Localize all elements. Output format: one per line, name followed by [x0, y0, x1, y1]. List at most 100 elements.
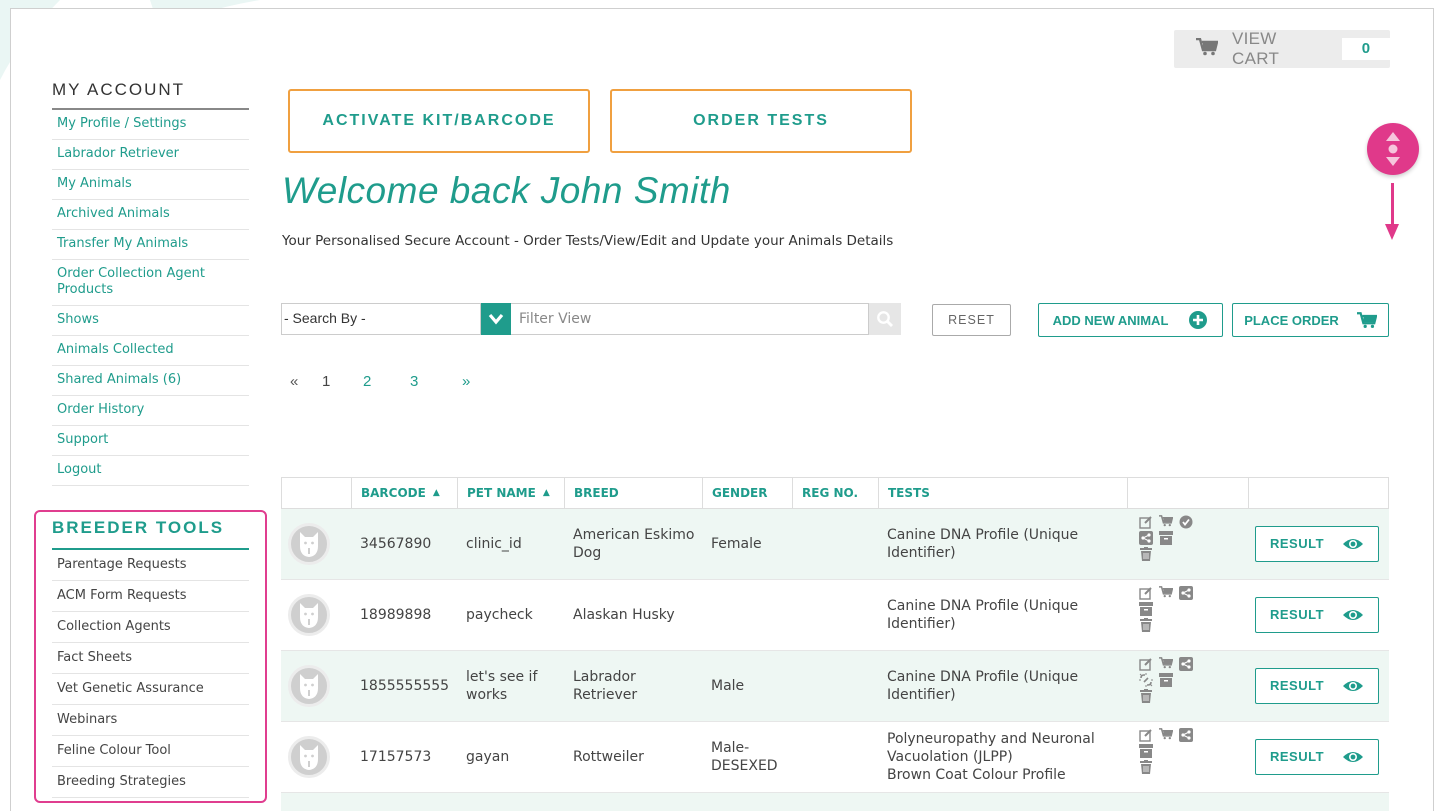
filter-view-input[interactable] — [511, 303, 869, 335]
dog-icon — [300, 532, 318, 557]
search-by-select[interactable]: - Search By - — [281, 303, 481, 335]
sidebar-item-transfer-animals[interactable]: Transfer My Animals — [52, 230, 249, 260]
unlink-icon[interactable] — [1136, 673, 1156, 689]
archive-icon[interactable] — [1136, 602, 1156, 618]
add-new-animal-label: ADD NEW ANIMAL — [1052, 312, 1169, 328]
column-header-actions — [1128, 478, 1249, 508]
sidebar-item-logout[interactable]: Logout — [52, 456, 249, 486]
archive-icon[interactable] — [1156, 531, 1176, 547]
breeder-item-parentage-requests[interactable]: Parentage Requests — [52, 550, 249, 581]
table-row — [281, 793, 1389, 811]
pet-avatar — [288, 523, 330, 565]
column-header-pet-name[interactable]: PET NAME ▲ — [458, 478, 565, 508]
column-header-breed: BREED — [565, 478, 703, 508]
sidebar-item-my-animals[interactable]: My Animals — [52, 170, 249, 200]
trash-icon[interactable] — [1136, 618, 1156, 634]
cell-tests: Canine DNA Profile (Unique Identifier) — [887, 527, 1079, 561]
column-header-result — [1249, 478, 1388, 508]
cell-barcode: 18989898 — [360, 607, 432, 623]
reset-button[interactable]: RESET — [932, 304, 1011, 336]
pagination-page-3[interactable]: 3 — [410, 373, 462, 390]
pet-avatar — [288, 736, 330, 778]
cell-breed: Rottweiler — [573, 749, 644, 765]
cell-reg-no — [792, 509, 878, 579]
sidebar-item-order-collection-agent-products[interactable]: Order Collection Agent Products — [52, 260, 249, 306]
cell-pet-name: let's see if works — [466, 669, 538, 703]
table-row: 17157573 gayan Rottweiler Male-DESEXED P… — [281, 722, 1389, 793]
share-icon[interactable] — [1176, 728, 1196, 744]
sidebar-item-support[interactable]: Support — [52, 426, 249, 456]
cell-tests: Canine DNA Profile (Unique Identifier) — [887, 669, 1079, 703]
edit-icon[interactable] — [1136, 515, 1156, 531]
cell-barcode: 1855555555 — [360, 678, 450, 694]
column-header-avatar — [282, 478, 352, 508]
sidebar-item-archived-animals[interactable]: Archived Animals — [52, 200, 249, 230]
cart-icon[interactable] — [1156, 586, 1176, 602]
welcome-subtitle: Your Personalised Secure Account - Order… — [282, 233, 894, 249]
edit-icon[interactable] — [1136, 728, 1156, 744]
result-button[interactable]: RESULT — [1255, 526, 1379, 562]
search-by-dropdown-toggle[interactable] — [481, 303, 511, 335]
breeder-item-vet-genetic-assurance[interactable]: Vet Genetic Assurance — [52, 674, 249, 705]
cell-tests: Polyneuropathy and Neuronal Vacuolation … — [887, 731, 1095, 783]
pagination-next[interactable]: » — [462, 373, 470, 390]
order-tests-button[interactable]: ORDER TESTS — [610, 89, 912, 153]
place-order-button[interactable]: PLACE ORDER — [1232, 303, 1389, 337]
result-button[interactable]: RESULT — [1255, 668, 1379, 704]
cart-icon[interactable] — [1156, 515, 1176, 531]
archive-icon[interactable] — [1136, 744, 1156, 760]
share-icon[interactable] — [1176, 586, 1196, 602]
breeder-item-fact-sheets[interactable]: Fact Sheets — [52, 643, 249, 674]
trash-icon[interactable] — [1136, 689, 1156, 705]
sort-up-icon: ▲ — [542, 488, 550, 498]
cell-gender: Male-DESEXED — [711, 740, 778, 774]
view-cart-button[interactable]: VIEW CART 0 — [1174, 29, 1390, 68]
share-icon[interactable] — [1136, 531, 1156, 547]
eye-icon — [1342, 679, 1364, 693]
dog-icon — [300, 603, 318, 628]
sidebar-item-shows[interactable]: Shows — [52, 306, 249, 336]
scroll-down-arrow-head — [1385, 224, 1399, 240]
trash-icon[interactable] — [1136, 760, 1156, 776]
breeder-item-acm-form-requests[interactable]: ACM Form Requests — [52, 581, 249, 612]
pagination-page-2[interactable]: 2 — [363, 373, 410, 390]
add-new-animal-button[interactable]: ADD NEW ANIMAL — [1038, 303, 1223, 337]
trash-icon[interactable] — [1136, 547, 1156, 563]
check-circle-icon[interactable] — [1176, 515, 1196, 531]
account-sidebar: MY ACCOUNT My Profile / Settings Labrado… — [52, 80, 249, 486]
edit-icon[interactable] — [1136, 657, 1156, 673]
cart-icon[interactable] — [1156, 728, 1176, 744]
activate-kit-button[interactable]: ACTIVATE KIT/BARCODE — [288, 89, 590, 153]
cart-icon[interactable] — [1156, 657, 1176, 673]
breeder-item-webinars[interactable]: Webinars — [52, 705, 249, 736]
result-button[interactable]: RESULT — [1255, 597, 1379, 633]
breeder-item-collection-agents[interactable]: Collection Agents — [52, 612, 249, 643]
cell-gender — [702, 580, 792, 650]
sidebar-item-animals-collected[interactable]: Animals Collected — [52, 336, 249, 366]
sidebar-item-shared-animals[interactable]: Shared Animals (6) — [52, 366, 249, 396]
sidebar-item-order-history[interactable]: Order History — [52, 396, 249, 426]
cell-tests: Canine DNA Profile (Unique Identifier) — [887, 598, 1079, 632]
result-button[interactable]: RESULT — [1255, 739, 1379, 775]
table-row: 34567890 clinic_id American Eskimo Dog F… — [281, 509, 1389, 580]
breeder-item-breeding-strategies[interactable]: Breeding Strategies — [52, 767, 249, 798]
scroll-indicator[interactable] — [1367, 123, 1419, 175]
sidebar-item-profile-settings[interactable]: My Profile / Settings — [52, 110, 249, 140]
table-header: BARCODE ▲ PET NAME ▲ BREED GENDER REG NO. … — [281, 477, 1389, 509]
breeder-item-feline-colour-tool[interactable]: Feline Colour Tool — [52, 736, 249, 767]
column-header-tests: TESTS — [879, 478, 1128, 508]
eye-icon — [1342, 608, 1364, 622]
share-icon[interactable] — [1176, 657, 1196, 673]
cell-gender: Male — [711, 678, 745, 694]
welcome-title: Welcome back John Smith — [282, 170, 731, 211]
edit-icon[interactable] — [1136, 586, 1156, 602]
sidebar-item-labrador-retriever[interactable]: Labrador Retriever — [52, 140, 249, 170]
pagination-prev[interactable]: « — [290, 373, 322, 390]
my-account-heading: MY ACCOUNT — [52, 80, 249, 110]
dog-icon — [300, 674, 318, 699]
column-header-barcode[interactable]: BARCODE ▲ — [352, 478, 458, 508]
pagination-page-1[interactable]: 1 — [322, 373, 363, 390]
dog-icon — [300, 745, 318, 770]
search-button[interactable] — [869, 303, 901, 335]
archive-icon[interactable] — [1156, 673, 1176, 689]
